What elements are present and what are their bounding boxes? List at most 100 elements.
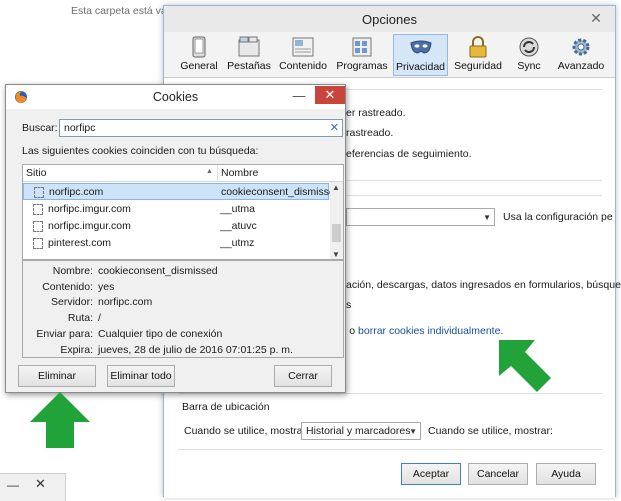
tab-programas[interactable]: Programas [336,34,388,76]
help-button[interactable]: Ayuda [536,463,596,485]
history-description: ación, descargas, datos ingresados en fo… [346,279,621,291]
tracking-option-1: er rastreado. [346,107,406,119]
sort-up-icon: ▲ [206,168,213,175]
detail-label: Servidor: [50,296,93,308]
cookie-site: norfipc.com [49,186,104,198]
location-bar-select[interactable]: Historial y marcadores ▼ [301,422,421,440]
options-toolbar: General Pestañas Contenido Programas Pri… [164,32,615,78]
history-side-text: Usa la configuración pe [503,211,613,223]
detail-value: jueves, 28 de julio de 2016 07:01:25 p. … [98,344,293,356]
matches-label: Las siguientes cookies coinciden con tu … [22,145,259,157]
ok-button[interactable]: Aceptar [401,463,461,485]
tab-label: Avanzado [557,60,605,72]
tab-label: Privacidad [395,61,446,73]
column-site[interactable]: Sitio [26,167,46,179]
scroll-thumb[interactable] [332,224,341,242]
cookie-name: __utma [220,203,256,215]
cookies-dialog: Cookies — ✕ Buscar: norfipc ✕ Las siguie… [5,84,346,393]
detail-value: norfipc.com [98,296,153,308]
programs-icon [352,37,372,57]
tracking-option-2: rastreado. [346,127,394,139]
tab-privacidad[interactable]: Privacidad [393,34,448,76]
close-icon[interactable]: ✕ [35,476,46,492]
cookie-site: norfipc.imgur.com [48,203,131,215]
list-header: Sitio ▲ Nombre [23,165,343,182]
cancel-button[interactable]: Cancelar [468,463,528,485]
pointer-arrow-icon [499,340,551,392]
cookie-row[interactable]: norfipc.imgur.com __utma [23,201,329,218]
detail-value: yes [98,281,115,293]
search-label: Buscar: [22,122,58,134]
scroll-up-icon[interactable]: ▲ [332,183,340,192]
remove-individual-cookies-link[interactable]: borrar cookies individualmente [358,325,500,337]
detail-label: Enviar para: [36,328,93,340]
tab-general[interactable]: General [178,34,220,76]
detail-value: / [98,312,101,324]
minimize-button[interactable]: — [290,88,308,104]
minimize-icon[interactable]: — [7,478,19,492]
search-input[interactable]: norfipc ✕ [59,119,343,137]
tab-label: Sync [517,60,541,72]
detail-label: Expira: [60,344,93,356]
options-close-button[interactable]: ✕ [585,9,607,27]
tab-label: Seguridad [454,60,502,72]
tab-avanzado[interactable]: Avanzado [557,34,605,76]
tab-contenido[interactable]: Contenido [277,34,329,76]
pointer-arrow-icon [30,392,90,448]
tab-seguridad[interactable]: Seguridad [454,34,502,76]
cookie-icon [33,204,43,215]
cookie-name: cookieconsent_dismissed [221,186,341,198]
list-scrollbar[interactable]: ▲ ▼ [330,182,343,259]
detail-label: Contenido: [42,281,93,293]
remove-button[interactable]: Eliminar [18,365,96,387]
chevron-down-icon: ▼ [409,427,417,436]
gear-icon [572,38,590,56]
tab-sync[interactable]: Sync [509,34,549,76]
tab-pestanas[interactable]: Pestañas [226,34,272,76]
detail-value: Cualquier tipo de conexión [98,328,223,340]
privacy-mask-icon [409,40,432,54]
close-dialog-button[interactable]: Cerrar [274,365,332,387]
location-bar-heading: Barra de ubicación [182,401,270,413]
cookie-details-panel: Nombre: cookieconsent_dismissed Contenid… [22,260,344,358]
lock-icon [469,36,487,58]
detail-label: Ruta: [67,312,93,324]
cookie-icon [33,221,43,232]
history-mode-select[interactable]: ▼ [346,208,495,226]
cookies-link-line: ente, o borrar cookies individualmente. [323,325,503,337]
cookie-site: pinterest.com [48,237,112,249]
remove-all-button[interactable]: Eliminar todo [107,365,175,387]
cookie-row[interactable]: norfipc.imgur.com __atuvc [23,218,329,235]
tabs-icon [238,36,260,57]
empty-folder-text: Esta carpeta está vací [71,5,175,17]
cookie-row[interactable]: pinterest.com __utmz [23,235,329,252]
detail-label: Nombre: [52,265,93,277]
cookie-site: norfipc.imgur.com [48,220,131,232]
cookie-name: __utmz [220,237,255,249]
options-title: Opciones [362,12,417,27]
location-bar-value: Historial y marcadores [306,425,411,437]
scroll-down-icon[interactable]: ▼ [332,250,340,259]
column-separator [217,165,218,182]
divider [178,449,602,450]
tab-label: Programas [336,60,388,72]
cookies-list[interactable]: Sitio ▲ Nombre norfipc.com cookieconsent… [22,164,344,260]
cookies-titlebar: Cookies — ✕ [6,85,345,109]
options-titlebar: Opciones ✕ [164,6,615,32]
cookie-name: __atuvc [220,220,257,232]
general-icon [192,36,206,58]
cookie-icon [33,238,43,249]
tab-label: Contenido [279,60,327,72]
close-button[interactable]: ✕ [315,86,345,104]
column-name[interactable]: Nombre [221,167,258,179]
tab-label: General [180,60,218,72]
cookie-row[interactable]: norfipc.com cookieconsent_dismissed [23,183,341,200]
detail-value: cookieconsent_dismissed [98,265,218,277]
background-window-controls: — ✕ [0,473,66,501]
clear-search-icon[interactable]: ✕ [330,121,339,134]
tab-label: Pestañas [227,60,271,72]
history-description-2: s [346,299,352,311]
sync-icon [519,37,539,57]
location-bar-label: Cuando se utilice, mostrar: [184,425,309,437]
cookie-icon [34,187,44,198]
